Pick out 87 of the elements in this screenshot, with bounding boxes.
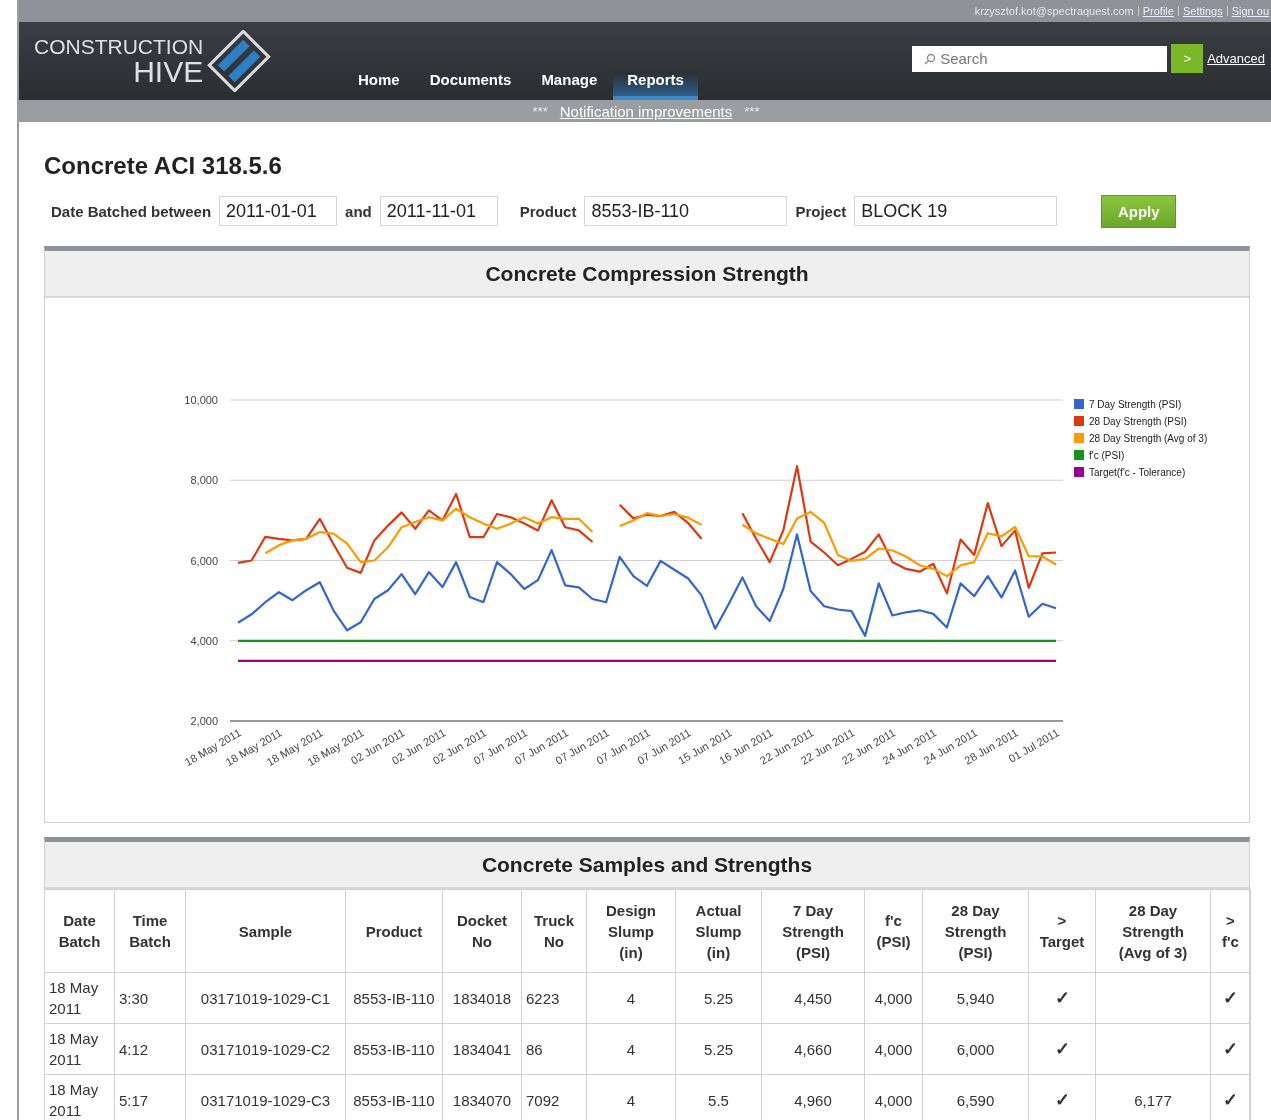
column-header: 28 Day Strength (PSI): [922, 889, 1029, 973]
project-field[interactable]: BLOCK 19: [854, 196, 1058, 226]
nav-tab[interactable]: Manage: [527, 71, 612, 100]
table-cell: 18 May 2011: [49, 979, 99, 1017]
legend-label: 28 Day Strength (Avg of 3): [1089, 433, 1208, 444]
legend-label: Target(f'c - Tolerance): [1089, 467, 1186, 478]
filter-label: and: [345, 202, 372, 220]
notice-stars: ***: [744, 103, 760, 119]
table-cell: 03171019-1029-C2: [200, 1040, 331, 1058]
table-cell: 18 May 2011: [49, 1030, 99, 1068]
axis-label: 2,000: [190, 715, 218, 727]
product-field[interactable]: 8553-IB-110: [584, 196, 788, 226]
column-header: Date Batch: [44, 889, 115, 973]
column-header: Design Slump (in): [586, 889, 676, 973]
column-header: > Target: [1028, 889, 1096, 973]
table-cell: 8553-IB-110: [353, 1040, 435, 1058]
table-cell: 6,590: [956, 1091, 995, 1109]
legend-label: 7 Day Strength (PSI): [1089, 399, 1182, 410]
table-cell: ✓: [1054, 987, 1070, 1008]
table-cell: 03171019-1029-C1: [200, 989, 331, 1007]
filter-label: Date Batched between: [51, 202, 212, 220]
column-header: f'c (PSI): [864, 889, 923, 973]
column-header: Actual Slump (in): [675, 889, 762, 973]
table-cell: 4,660: [794, 1040, 832, 1058]
table-cell: 5,940: [956, 989, 995, 1007]
table-cell: 5:17: [119, 1091, 149, 1109]
table-cell: 4,000: [874, 1040, 913, 1058]
table-cell: 03171019-1029-C3: [200, 1091, 331, 1109]
axis-label: 8,000: [190, 474, 218, 487]
search-icon: [924, 52, 937, 65]
table-cell: 1834018: [452, 989, 512, 1007]
nav-tab[interactable]: Home: [344, 71, 414, 100]
page-title: Concrete ACI 318.5.6: [44, 152, 283, 180]
table-cell: 4,000: [874, 989, 913, 1007]
table-cell: 8553-IB-110: [353, 989, 435, 1007]
search-field[interactable]: Search: [912, 45, 1168, 72]
table-cell: ✓: [1223, 1038, 1238, 1059]
user-email: krzysztof.kot@spectraquest.com: [974, 4, 1134, 18]
table-cell: 1834041: [452, 1040, 512, 1058]
table-cell: 6223: [526, 989, 560, 1007]
notice-stars: ***: [532, 103, 548, 119]
table-cell: 4: [626, 1040, 636, 1058]
column-header: Sample: [185, 889, 346, 973]
nav-tab[interactable]: Reports: [613, 71, 698, 100]
filter-label: Product: [519, 202, 577, 220]
table-cell: 3:30: [119, 989, 149, 1007]
table-cell: 4,450: [794, 989, 832, 1007]
axis-label: 4,000: [190, 634, 218, 647]
table-cell: 4: [626, 989, 636, 1007]
table-cell: ✓: [1054, 1038, 1070, 1059]
table-cell: 5.25: [703, 989, 734, 1007]
table-cell: ✓: [1223, 1089, 1238, 1110]
column-header: > f'c: [1210, 889, 1251, 973]
table-cell: 6,177: [1134, 1091, 1172, 1109]
table-cell: 4,960: [794, 1091, 832, 1109]
column-header: Product: [345, 889, 443, 973]
table-cell: 8553-IB-110: [353, 1091, 435, 1109]
table-cell: 5.5: [708, 1091, 729, 1109]
column-header: Docket No: [442, 889, 522, 973]
table-cell: ✓: [1223, 987, 1238, 1008]
date-to-field[interactable]: 2011-11-01: [379, 196, 498, 226]
legend-label: f'c (PSI): [1089, 450, 1125, 461]
table-cell: 4: [626, 1091, 636, 1109]
logo-text: CONSTRUCTION: [34, 36, 204, 58]
advanced-link[interactable]: Advanced: [1207, 51, 1265, 66]
column-header: 7 Day Strength (PSI): [761, 889, 865, 973]
column-header: Time Batch: [114, 889, 186, 973]
panel-title: Concrete Compression Strength: [45, 251, 1249, 298]
table-cell: 1834070: [452, 1091, 512, 1109]
table-cell: 6,000: [956, 1040, 995, 1058]
table-cell: 7092: [526, 1091, 560, 1109]
table-cell: 18 May 2011: [49, 1081, 99, 1119]
table-cell: 4,000: [874, 1091, 913, 1109]
date-from-field[interactable]: 2011-01-01: [219, 196, 338, 226]
panel-title: Concrete Samples and Strengths: [45, 842, 1249, 889]
table-cell: 86: [526, 1040, 543, 1058]
column-header: 28 Day Strength (Avg of 3): [1095, 889, 1211, 973]
table-cell: 5.25: [703, 1040, 734, 1058]
legend-label: 28 Day Strength (PSI): [1089, 416, 1187, 427]
logo-text: HIVE: [133, 58, 204, 86]
table-cell: ✓: [1054, 1089, 1070, 1110]
filter-label: Project: [795, 202, 847, 220]
nav-tab[interactable]: Documents: [415, 71, 526, 100]
table-cell: 4:12: [119, 1040, 149, 1058]
axis-label: 10,000: [184, 394, 218, 406]
column-header: Truck No: [521, 889, 587, 973]
axis-label: 6,000: [190, 554, 218, 567]
